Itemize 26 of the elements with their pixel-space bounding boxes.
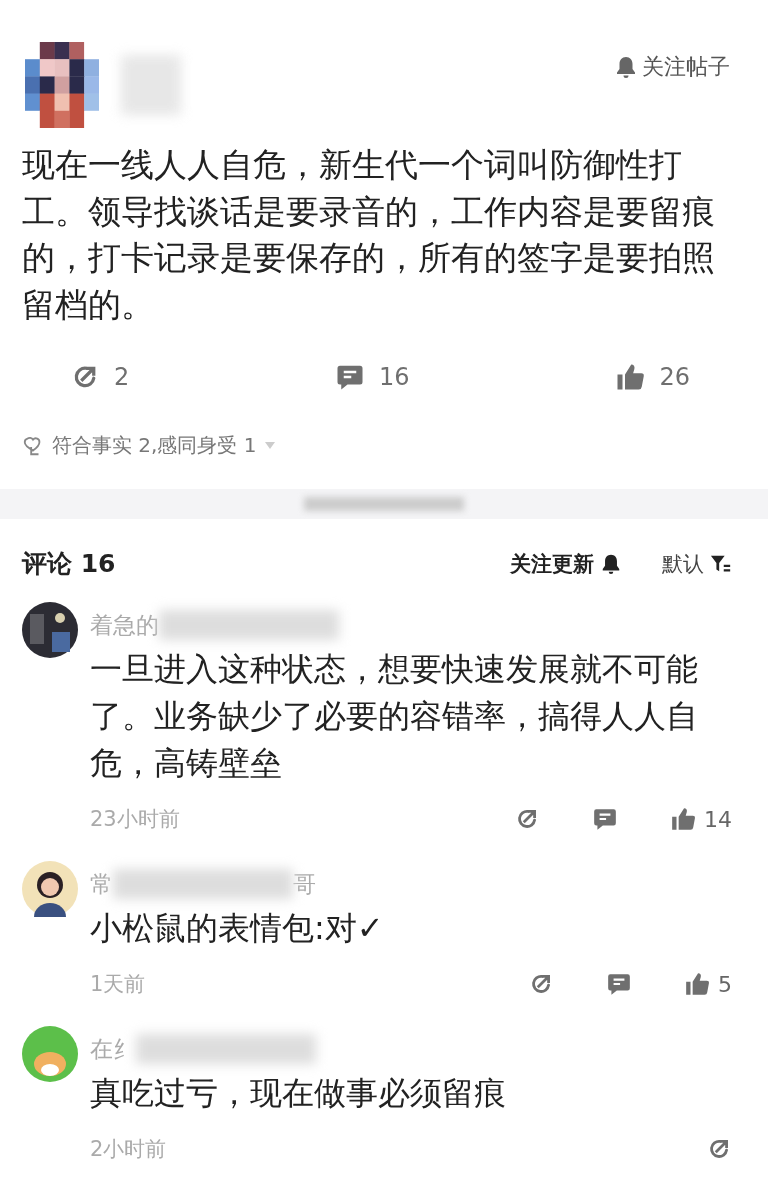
comment-time: 1天前 [90, 971, 146, 998]
comment-time: 2小时前 [90, 1136, 167, 1163]
like-button[interactable]: 5 [684, 971, 732, 997]
comments-count-title: 评论 16 [22, 548, 116, 580]
comment-text: 真吃过亏，现在做事必须留痕 [90, 1073, 507, 1114]
like-button[interactable]: 14 [670, 806, 732, 832]
thumbs-up-icon [670, 806, 696, 832]
comment-button[interactable] [592, 806, 618, 832]
like-button[interactable]: 26 [615, 362, 690, 392]
thumbs-up-icon [615, 362, 646, 392]
comment-text: 小松鼠的表情包:对✓ [90, 908, 385, 949]
comment-time: 23小时前 [90, 806, 180, 833]
sort-button[interactable]: 默认 [662, 549, 732, 578]
thumbs-up-icon [684, 971, 710, 997]
bell-icon [614, 55, 638, 79]
comment-icon [606, 971, 632, 997]
reaction-summary: 符合事实 2,感同身受 1 [52, 432, 257, 459]
comment-button[interactable]: 16 [335, 362, 410, 392]
share-button[interactable]: 2 [70, 362, 130, 392]
comment-icon [592, 806, 618, 832]
comment-text: 一旦进入这种状态，想要快速发展就不可能了。业务缺少了必要的容错率，搞得人人自危，高铸壁垒 [90, 649, 699, 784]
comment-button[interactable] [606, 971, 632, 997]
bell-icon [600, 552, 622, 575]
follow-post-button[interactable]: 关注帖子 [614, 52, 730, 82]
follow-updates-button[interactable]: 关注更新 [510, 549, 622, 578]
post-text: 现在一线人人自危，新生代一个词叫防御性打工。领导找谈话是要录音的，工作内容是要留痕的，打卡记录是要保存的，所有的签字是要拍照留档的。 [22, 144, 716, 326]
